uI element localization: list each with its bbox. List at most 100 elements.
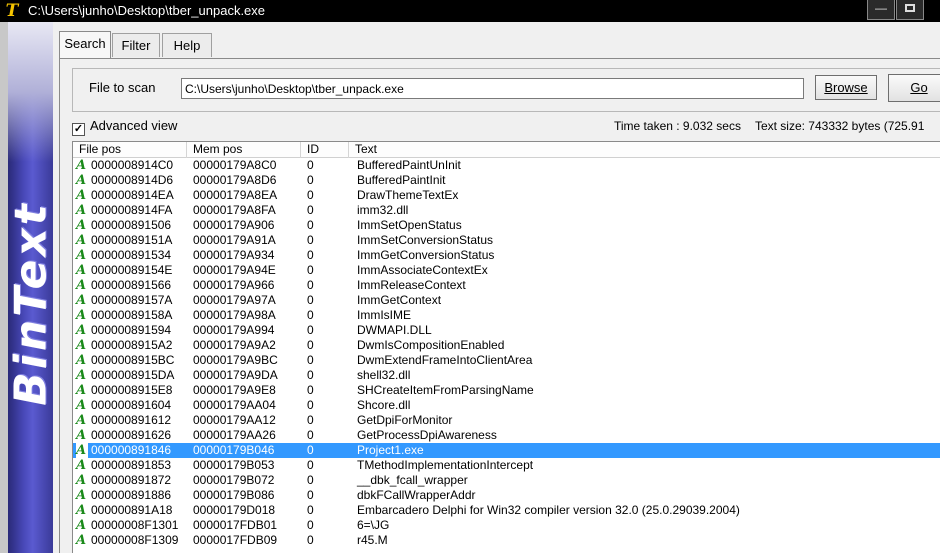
tab-filter[interactable]: Filter (112, 33, 160, 57)
advanced-view-label: Advanced view (90, 118, 178, 133)
text-size-text: Text size: 743332 bytes (725.91 (754, 119, 925, 133)
id-cell: 0 (307, 158, 314, 172)
column-header-id[interactable]: ID (301, 142, 349, 158)
file-to-scan-label: File to scan (89, 80, 156, 95)
ansi-string-icon: A (76, 383, 87, 398)
file-pos-cell: 0000008915BC (91, 353, 175, 367)
ansi-string-icon: A (76, 368, 87, 383)
column-header-mem-pos[interactable]: Mem pos (187, 142, 301, 158)
browse-button[interactable]: Browse (815, 75, 877, 100)
column-header-text[interactable]: Text (349, 142, 940, 158)
file-pos-cell: 000000891872 (91, 473, 172, 487)
table-row[interactable]: A 00000089157A 00000179A97A 0 ImmGetContext (73, 293, 940, 308)
table-row[interactable]: A 000000891853 00000179B053 0 TMethodImpleme… (73, 458, 940, 473)
mem-pos-cell: 0000017FDB01 (193, 518, 278, 532)
mem-pos-cell: 0000017FDB09 (193, 533, 278, 547)
text-cell: ImmReleaseContext (357, 278, 466, 292)
id-cell: 0 (307, 308, 314, 322)
table-row[interactable]: A 000000891612 00000179AA12 0 GetDpiForMonit… (73, 413, 940, 428)
scan-stats: Time taken : 9.032 secs Text size: 743332… (614, 119, 924, 133)
table-row[interactable]: A 0000008915BC 00000179A9BC 0 DwmExtendFrame… (73, 353, 940, 368)
ansi-string-icon: A (76, 203, 87, 218)
mem-pos-cell: 00000179B053 (193, 458, 275, 472)
mem-pos-cell: 00000179A9E8 (193, 383, 276, 397)
file-pos-cell: 000000891A18 (91, 503, 173, 517)
file-pos-cell: 0000008914C0 (91, 158, 174, 172)
mem-pos-cell: 00000179AA04 (193, 398, 276, 412)
file-pos-cell: 000000891594 (91, 323, 172, 337)
table-row[interactable]: A 00000008F1301 0000017FDB01 0 6=\JG (73, 518, 940, 533)
advanced-view-option[interactable]: ✓ Advanced view (72, 118, 177, 136)
table-row[interactable]: A 000000891506 00000179A906 0 ImmSetOpenStat… (73, 218, 940, 233)
table-row[interactable]: A 00000008F1309 0000017FDB09 0 r45.M (73, 533, 940, 548)
table-row[interactable]: A 00000089154E 00000179A94E 0 ImmAssociateCo… (73, 263, 940, 278)
id-cell: 0 (307, 353, 314, 367)
table-row[interactable]: A 0000008915DA 00000179A9DA 0 shell32.dll (73, 368, 940, 383)
text-cell: dbkFCallWrapperAddr (357, 488, 476, 502)
mem-pos-cell: 00000179A8FA (193, 203, 276, 217)
strings-list[interactable]: File pos Mem pos ID Text A 0000008914C0 00… (72, 141, 940, 553)
go-button[interactable]: Go (888, 74, 940, 102)
table-row[interactable]: A 000000891626 00000179AA26 0 GetProcessDpiA… (73, 428, 940, 443)
column-header-file-pos[interactable]: File pos (73, 142, 187, 158)
table-row[interactable]: A 00000089158A 00000179A98A 0 ImmIsIME (73, 308, 940, 323)
text-cell: ImmAssociateContextEx (357, 263, 488, 277)
file-pos-cell: 000000891626 (91, 428, 172, 442)
file-pos-cell: 0000008915E8 (91, 383, 173, 397)
table-row[interactable]: A 0000008914C0 00000179A8C0 0 BufferedPaintU… (73, 158, 940, 173)
file-pos-cell: 0000008914D6 (91, 173, 174, 187)
table-row[interactable]: A 000000891886 00000179B086 0 dbkFCallWrappe… (73, 488, 940, 503)
table-row[interactable]: A 000000891534 00000179A934 0 ImmGetConversi… (73, 248, 940, 263)
window-title: C:\Users\junho\Desktop\tber_unpack.exe (28, 3, 266, 18)
tab-search[interactable]: Search (59, 31, 111, 58)
file-pos-cell: 00000089157A (91, 293, 173, 307)
table-row[interactable]: A 0000008915A2 00000179A9A2 0 DwmIsCompositi… (73, 338, 940, 353)
table-row[interactable]: A 00000089151A 00000179A91A 0 ImmSetConversi… (73, 233, 940, 248)
id-cell: 0 (307, 428, 314, 442)
text-cell: __dbk_fcall_wrapper (357, 473, 468, 487)
table-row[interactable]: A 0000008914D6 00000179A8D6 0 BufferedPaintI… (73, 173, 940, 188)
id-cell: 0 (307, 173, 314, 187)
table-row[interactable]: A 000000891594 00000179A994 0 DWMAPI.DLL (73, 323, 940, 338)
table-row[interactable]: A 000000891846 00000179B046 0 Project1.exe (73, 443, 940, 458)
mem-pos-cell: 00000179D018 (193, 503, 276, 517)
text-cell: ImmGetContext (357, 293, 442, 307)
tab-help[interactable]: Help (162, 33, 212, 57)
table-row[interactable]: A 0000008914FA 00000179A8FA 0 imm32.dll (73, 203, 940, 218)
ansi-string-icon: A (76, 248, 87, 263)
table-row[interactable]: A 000000891872 00000179B072 0 __dbk_fcall_wr… (73, 473, 940, 488)
time-taken-text: Time taken : 9.032 secs (614, 119, 741, 133)
ansi-string-icon: A (76, 233, 87, 248)
mem-pos-cell: 00000179A98A (193, 308, 276, 322)
file-pos-cell: 000000891846 (91, 443, 172, 457)
maximize-icon (905, 4, 915, 12)
text-cell: GetProcessDpiAwareness (357, 428, 497, 442)
table-row[interactable]: A 0000008915E8 00000179A9E8 0 SHCreateItemFr… (73, 383, 940, 398)
text-cell: DwmExtendFrameIntoClientArea (357, 353, 533, 367)
ansi-string-icon: A (76, 398, 87, 413)
maximize-button[interactable] (896, 0, 924, 20)
advanced-view-checkbox[interactable]: ✓ (72, 123, 85, 136)
ansi-string-icon: A (76, 473, 87, 488)
mem-pos-cell: 00000179A8C0 (193, 158, 277, 172)
file-pos-cell: 000000891853 (91, 458, 172, 472)
mem-pos-cell: 00000179B046 (193, 443, 275, 457)
text-cell: GetDpiForMonitor (357, 413, 453, 427)
id-cell: 0 (307, 293, 314, 307)
minimize-button[interactable]: — (867, 0, 895, 20)
mem-pos-cell: 00000179A9A2 (193, 338, 276, 352)
table-row[interactable]: A 000000891A18 00000179D018 0 Embarcadero De… (73, 503, 940, 518)
table-row[interactable]: A 000000891566 00000179A966 0 ImmReleaseCont… (73, 278, 940, 293)
file-to-scan-input[interactable] (181, 78, 804, 99)
ansi-string-icon: A (76, 353, 87, 368)
mem-pos-cell: 00000179A8D6 (193, 173, 277, 187)
list-header: File pos Mem pos ID Text (73, 142, 940, 158)
text-cell: ImmSetOpenStatus (357, 218, 462, 232)
id-cell: 0 (307, 458, 314, 472)
ansi-string-icon: A (76, 518, 87, 533)
mem-pos-cell: 00000179A994 (193, 323, 275, 337)
file-pos-cell: 00000089151A (91, 233, 173, 247)
go-button-label: Go (910, 80, 928, 95)
table-row[interactable]: A 000000891604 00000179AA04 0 Shcore.dll (73, 398, 940, 413)
table-row[interactable]: A 0000008914EA 00000179A8EA 0 DrawThemeTextE… (73, 188, 940, 203)
